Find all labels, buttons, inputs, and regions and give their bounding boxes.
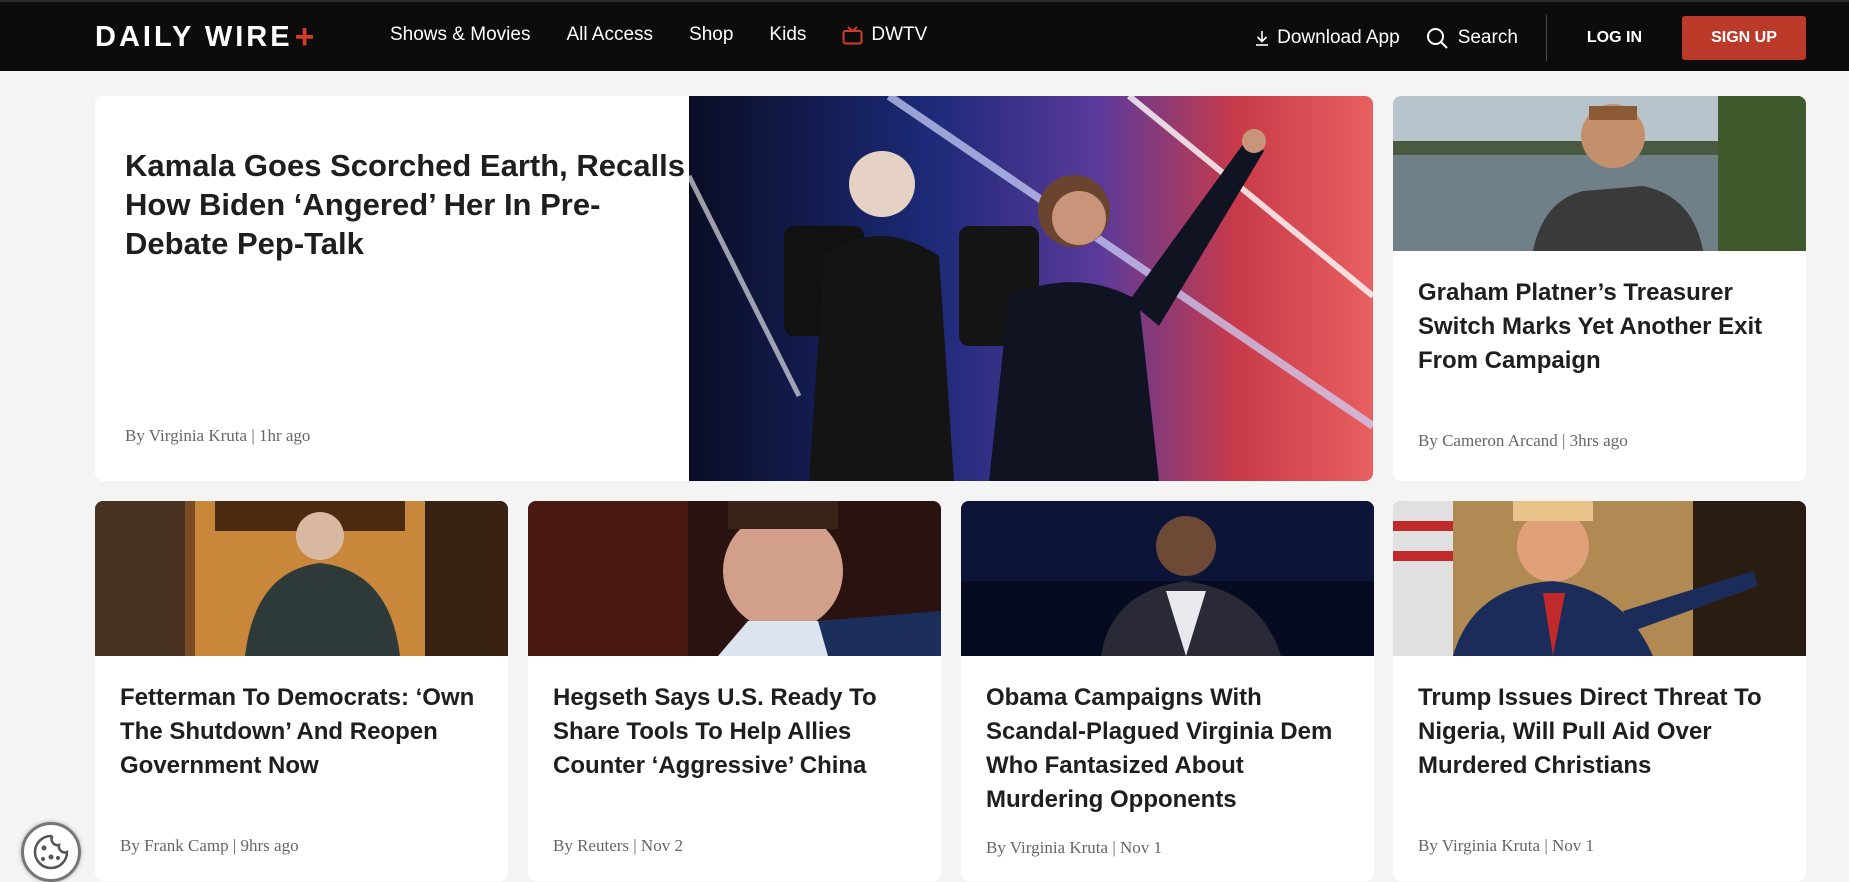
search-button[interactable]: Search [1426, 27, 1518, 49]
logo-text: DAILY WIRE [95, 20, 293, 53]
search-label: Search [1457, 26, 1518, 48]
article-image[interactable] [961, 501, 1374, 656]
nav-shows-movies[interactable]: Shows & Movies [390, 24, 530, 46]
nav-label: DWTV [871, 24, 928, 45]
cookie-icon [33, 834, 69, 870]
nav-label: Kids [769, 24, 807, 45]
article-title[interactable]: Obama Campaigns With Scandal-Plagued Vir… [986, 681, 1356, 817]
tv-icon [842, 25, 863, 44]
article-image[interactable] [528, 501, 941, 656]
article-byline: By Frank Camp | 9hrs ago [120, 836, 299, 855]
article-card[interactable]: Hegseth Says U.S. Ready To Share Tools T… [528, 501, 941, 881]
download-app-label: Download App [1277, 26, 1400, 48]
hero-article-card[interactable]: Kamala Goes Scorched Earth, Recalls How … [95, 96, 1373, 481]
side-article-byline: By Cameron Arcand | 3hrs ago [1418, 431, 1628, 450]
article-card[interactable]: Obama Campaigns With Scandal-Plagued Vir… [961, 501, 1374, 881]
daily-wire-logo[interactable]: DAILY WIRE + [95, 20, 317, 54]
nav-label: Shows & Movies [390, 24, 531, 45]
article-byline: By Virginia Kruta | Nov 1 [1418, 836, 1594, 855]
logo-plus: + [294, 18, 318, 56]
hero-article-title[interactable]: Kamala Goes Scorched Earth, Recalls How … [125, 146, 685, 263]
article-image[interactable] [95, 501, 508, 656]
article-card[interactable]: Trump Issues Direct Threat To Nigeria, W… [1393, 501, 1806, 881]
download-app-link[interactable]: Download App [1255, 27, 1400, 49]
search-icon [1426, 27, 1448, 49]
nav-shop[interactable]: Shop [689, 24, 733, 46]
article-image[interactable] [1393, 501, 1806, 656]
side-article-title[interactable]: Graham Platner’s Treasurer Switch Marks … [1418, 276, 1788, 378]
header-actions: Download App Search LOG IN SIGN UP [1255, 2, 1849, 73]
hero-article-image[interactable] [689, 96, 1373, 481]
side-article-card[interactable]: Graham Platner’s Treasurer Switch Marks … [1393, 96, 1806, 481]
article-byline: By Virginia Kruta | Nov 1 [986, 838, 1162, 857]
nav-dwtv[interactable]: DWTV [842, 24, 927, 46]
cookie-settings-button[interactable] [21, 822, 81, 882]
nav-all-access[interactable]: All Access [566, 24, 653, 46]
top-navigation-bar: DAILY WIRE + Shows & Movies All Access S… [0, 0, 1849, 71]
article-byline: By Reuters | Nov 2 [553, 836, 683, 855]
nav-label: All Access [566, 24, 654, 45]
nav-kids[interactable]: Kids [769, 24, 806, 46]
article-card[interactable]: Fetterman To Democrats: ‘Own The Shutdow… [95, 501, 508, 881]
article-title[interactable]: Hegseth Says U.S. Ready To Share Tools T… [553, 681, 923, 783]
main-nav: Shows & Movies All Access Shop Kids DWTV [390, 24, 963, 46]
side-article-image[interactable] [1393, 96, 1806, 251]
article-title[interactable]: Trump Issues Direct Threat To Nigeria, W… [1418, 681, 1788, 783]
header-divider [1545, 14, 1547, 61]
hero-article-byline: By Virginia Kruta | 1hr ago [125, 426, 311, 445]
signup-button[interactable]: SIGN UP [1682, 15, 1806, 60]
article-title[interactable]: Fetterman To Democrats: ‘Own The Shutdow… [120, 681, 490, 783]
login-button[interactable]: LOG IN [1587, 29, 1642, 47]
download-icon [1256, 30, 1269, 46]
nav-label: Shop [689, 24, 734, 45]
